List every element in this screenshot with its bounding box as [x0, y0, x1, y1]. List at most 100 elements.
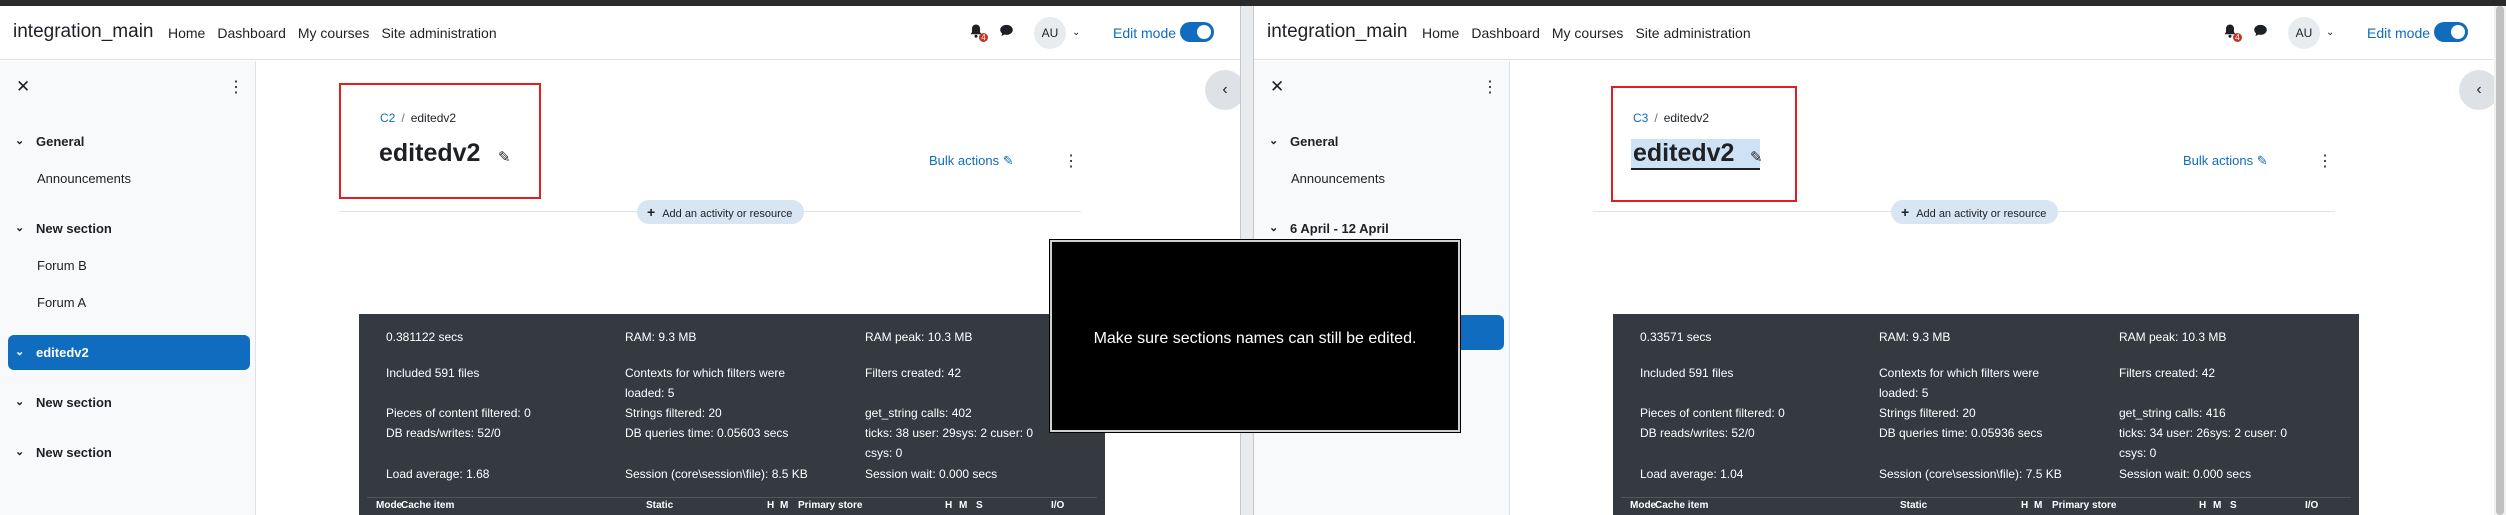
perf-ram: RAM: 9.3 MB: [1879, 330, 1951, 344]
perf-col-h: H: [2021, 500, 2029, 511]
close-drawer-icon[interactable]: ✕: [16, 77, 30, 97]
edit-title-pencil-icon[interactable]: ✎: [498, 148, 511, 166]
perf-contexts: Contexts for which filters were: [625, 366, 786, 380]
perf-ticks-cont: csys: 0: [865, 446, 903, 460]
nav-site-administration[interactable]: Site administration: [1635, 25, 1750, 41]
user-menu-chevron-down-icon[interactable]: ⌄: [1072, 27, 1080, 38]
bulk-actions-label: Bulk actions: [2183, 153, 2254, 168]
notification-bell-icon[interactable]: 4: [968, 23, 988, 42]
nav-my-courses[interactable]: My courses: [1552, 25, 1624, 41]
chevron-down-icon[interactable]: ⌄: [15, 395, 24, 408]
course-index-section-editedv2-active[interactable]: ⌄ editedv2: [8, 335, 250, 370]
chevron-down-icon[interactable]: ⌄: [15, 221, 24, 234]
edit-mode-label: Edit mode: [1113, 25, 1177, 41]
edit-mode-toggle[interactable]: [1180, 22, 1214, 42]
pencil-icon: ✎: [1002, 153, 1014, 168]
section-more-options-icon[interactable]: ⋮: [1063, 151, 1079, 171]
perf-col-h2: H: [2199, 500, 2207, 511]
page-title-text: editedv2: [1633, 139, 1735, 167]
add-activity-button[interactable]: + Add an activity or resource: [1891, 200, 2059, 224]
perf-col-m2: M: [959, 500, 968, 511]
section-label: New section: [36, 221, 112, 236]
bulk-actions-link[interactable]: Bulk actions ✎: [929, 153, 1014, 169]
page-title: editedv2: [379, 139, 481, 167]
perf-pieces-filtered: Pieces of content filtered: 0: [1640, 406, 1785, 420]
item-label: Forum B: [37, 258, 87, 273]
drawer-more-options-icon[interactable]: ⋮: [228, 77, 244, 97]
perf-session: Session (core\session\file): 7.5 KB: [1879, 467, 2062, 481]
edit-title-pencil-icon[interactable]: ✎: [1750, 148, 1763, 166]
performance-info-panel: 0.33571 secs RAM: 9.3 MB RAM peak: 10.3 …: [1613, 314, 2359, 515]
nav-home[interactable]: Home: [168, 25, 205, 41]
section-label: New section: [36, 445, 112, 460]
item-label: Forum A: [37, 295, 87, 310]
perf-load-average: Load average: 1.04: [1640, 467, 1744, 481]
drawer-more-options-icon[interactable]: ⋮: [1482, 77, 1498, 97]
bulk-actions-link[interactable]: Bulk actions ✎: [2183, 153, 2268, 169]
chevron-down-icon[interactable]: ⌄: [15, 345, 24, 358]
primary-nav: Home Dashboard My courses Site administr…: [168, 25, 509, 41]
perf-secs: 0.33571 secs: [1640, 330, 1712, 344]
nav-site-administration[interactable]: Site administration: [381, 25, 496, 41]
nav-home[interactable]: Home: [1422, 25, 1459, 41]
edit-mode-toggle[interactable]: [2434, 22, 2468, 42]
collapse-right-drawer-chevron-left-icon[interactable]: ‹: [1205, 70, 1240, 110]
user-avatar[interactable]: AU: [2288, 17, 2320, 49]
breadcrumb-course-link[interactable]: C2: [380, 111, 395, 125]
perf-ticks: ticks: 38 user: 29sys: 2 cuser: 0: [865, 426, 1034, 440]
page-title-editing[interactable]: editedv2: [1631, 139, 1761, 170]
perf-col-s: S: [976, 500, 983, 511]
perf-strings-filtered: Strings filtered: 20: [1879, 406, 1976, 420]
notification-bell-icon[interactable]: 4: [2222, 23, 2242, 42]
nav-my-courses[interactable]: My courses: [298, 25, 370, 41]
close-drawer-icon[interactable]: ✕: [1270, 77, 1284, 97]
perf-col-mode: Mode: [376, 500, 403, 511]
perf-col-primary-store: Primary store: [2052, 500, 2117, 511]
right-pane-scrollbar[interactable]: [2494, 6, 2506, 515]
breadcrumb-course-link[interactable]: C3: [1633, 111, 1648, 125]
edit-mode-label: Edit mode: [2367, 25, 2431, 41]
toggle-knob: [2451, 25, 2465, 39]
chevron-down-icon[interactable]: ⌄: [15, 134, 24, 147]
perf-ram: RAM: 9.3 MB: [625, 330, 697, 344]
perf-table-divider: [367, 497, 1097, 498]
messages-icon[interactable]: [2253, 23, 2269, 39]
nav-dashboard[interactable]: Dashboard: [217, 25, 286, 41]
scrollbar-thumb[interactable]: [2496, 6, 2504, 515]
user-avatar[interactable]: AU: [1034, 17, 1066, 49]
notification-count-badge: 4: [979, 33, 988, 42]
perf-col-static: Static: [646, 500, 674, 511]
perf-session-wait: Session wait: 0.000 secs: [2119, 467, 2252, 481]
primary-nav: Home Dashboard My courses Site administr…: [1422, 25, 1763, 41]
bulk-actions-label: Bulk actions: [929, 153, 1000, 168]
section-label: New section: [36, 395, 112, 410]
perf-ticks-cont: csys: 0: [2119, 446, 2157, 460]
perf-session: Session (core\session\file): 8.5 KB: [625, 467, 808, 481]
nav-dashboard[interactable]: Dashboard: [1471, 25, 1540, 41]
chevron-down-icon[interactable]: ⌄: [15, 445, 24, 458]
chevron-down-icon[interactable]: ⌄: [1269, 221, 1278, 234]
test-instruction-overlay: Make sure sections names can still be ed…: [1050, 240, 1460, 432]
perf-col-mode: Mode: [1630, 500, 1657, 511]
breadcrumb: C2 / editedv2: [380, 111, 456, 125]
collapse-right-drawer-chevron-left-icon[interactable]: ‹: [2459, 70, 2494, 110]
section-label: General: [36, 134, 85, 149]
perf-contexts: Contexts for which filters were: [1879, 366, 2040, 380]
add-activity-button[interactable]: + Add an activity or resource: [637, 200, 805, 224]
item-label: Announcements: [1291, 171, 1385, 186]
plus-icon: +: [1901, 204, 1910, 220]
perf-ram-peak: RAM peak: 10.3 MB: [2119, 330, 2227, 344]
section-more-options-icon[interactable]: ⋮: [2317, 151, 2333, 171]
perf-db-rw: DB reads/writes: 52/0: [1640, 426, 1755, 440]
perf-col-h2: H: [945, 500, 953, 511]
perf-col-io: I/O: [2305, 500, 2319, 511]
site-brand[interactable]: integration_main: [13, 21, 153, 43]
site-brand[interactable]: integration_main: [1267, 21, 1407, 43]
messages-icon[interactable]: [999, 23, 1015, 39]
section-label: 6 April - 12 April: [1290, 221, 1389, 236]
chevron-down-icon[interactable]: ⌄: [1269, 134, 1278, 147]
perf-db-time: DB queries time: 0.05603 secs: [625, 426, 789, 440]
user-menu-chevron-down-icon[interactable]: ⌄: [2326, 27, 2334, 38]
course-index-drawer: ✕ ⋮ ⌄ General Announcements ⌄ New sectio…: [0, 61, 256, 515]
perf-db-rw: DB reads/writes: 52/0: [386, 426, 501, 440]
